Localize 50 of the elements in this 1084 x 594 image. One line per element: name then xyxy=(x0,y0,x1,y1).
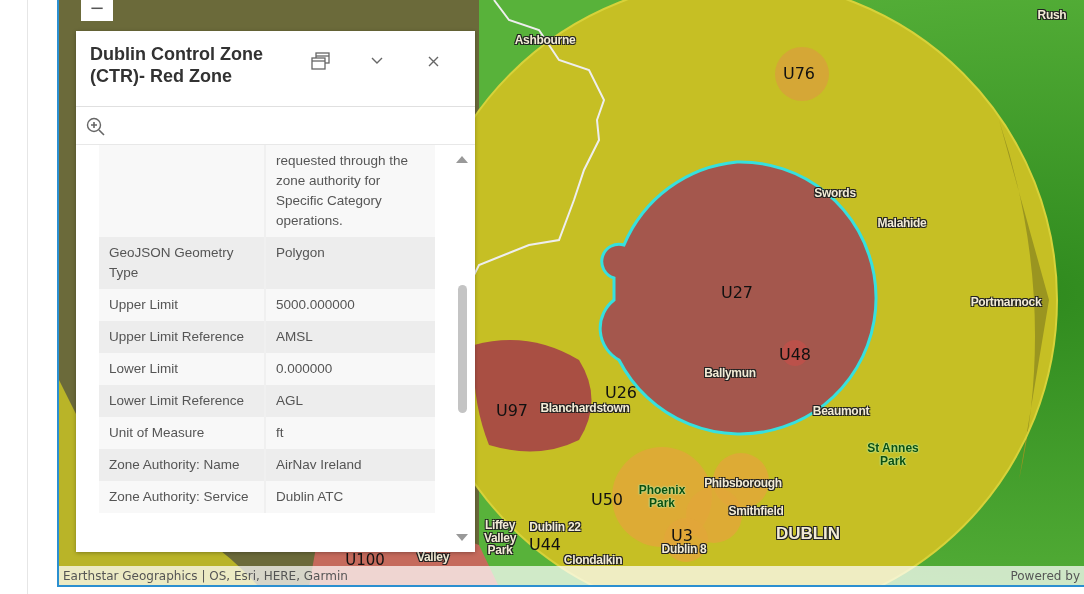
field-value: AMSL xyxy=(266,321,435,353)
place-label: Ballymun xyxy=(704,366,756,380)
place-label: Portmarnock xyxy=(970,295,1042,309)
place-label: Dublin 22 xyxy=(529,520,581,534)
park-label: St Annes Park xyxy=(866,442,920,468)
field-label: Lower Limit xyxy=(99,353,266,385)
scrollbar-thumb[interactable] xyxy=(458,285,467,413)
zone-label: U76 xyxy=(782,65,816,83)
field-value: requested through the zone authority for Specific Category operations. xyxy=(266,145,435,237)
place-label: Smithfield xyxy=(728,504,784,518)
zone-label: U50 xyxy=(590,491,624,509)
field-label: GeoJSON Geometry Type xyxy=(99,237,266,289)
zone-label: U3 xyxy=(671,527,693,545)
zoom-out-button[interactable]: − xyxy=(81,0,113,21)
zone-label: U44 xyxy=(528,536,562,554)
place-label: Rush xyxy=(1037,8,1067,22)
place-label: Valley xyxy=(416,550,450,564)
place-label: Phibsborough xyxy=(704,476,782,490)
field-label: Unit of Measure xyxy=(99,417,266,449)
field-label: Zone Authority: Name xyxy=(99,449,266,481)
field-value: 5000.000000 xyxy=(266,289,435,321)
scroll-up-icon[interactable] xyxy=(456,155,468,163)
zone-label: U48 xyxy=(778,346,812,364)
field-label: Upper Limit xyxy=(99,289,266,321)
park-label: Phoenix Park xyxy=(637,484,687,510)
field-value: AirNav Ireland xyxy=(266,449,435,481)
field-value: AGL xyxy=(266,385,435,417)
field-value: Polygon xyxy=(266,237,435,289)
place-label: Clondalkin xyxy=(563,553,623,567)
zone-label: U26 xyxy=(604,384,638,402)
powered-by-text: Powered by xyxy=(1010,567,1080,585)
zoom-in-icon[interactable] xyxy=(86,116,106,137)
zone-label: U97 xyxy=(495,402,529,420)
field-value: ft xyxy=(266,417,435,449)
city-label: DUBLIN xyxy=(775,525,841,543)
popup-title: Dublin Control Zone (CTR)- Red Zone xyxy=(90,43,264,87)
place-label: Dublin 8 xyxy=(661,542,707,556)
place-label: Malahide xyxy=(877,216,927,230)
zone-label: U27 xyxy=(720,284,754,302)
field-label: Upper Limit Reference xyxy=(99,321,266,353)
attribution-text: Earthstar Geographics | OS, Esri, HERE, Garmin xyxy=(63,567,348,585)
field-value: 0.000000 xyxy=(266,353,435,385)
field-label: Lower Limit Reference xyxy=(99,385,266,417)
zone-label: U100 xyxy=(345,553,385,569)
field-value: Dublin ATC xyxy=(266,481,435,513)
chevron-down-icon xyxy=(371,57,383,65)
dock-icon xyxy=(311,52,331,70)
scroll-down-icon[interactable] xyxy=(456,534,468,542)
close-icon xyxy=(427,55,439,67)
field-label: Zone Authority: Service xyxy=(99,481,266,513)
